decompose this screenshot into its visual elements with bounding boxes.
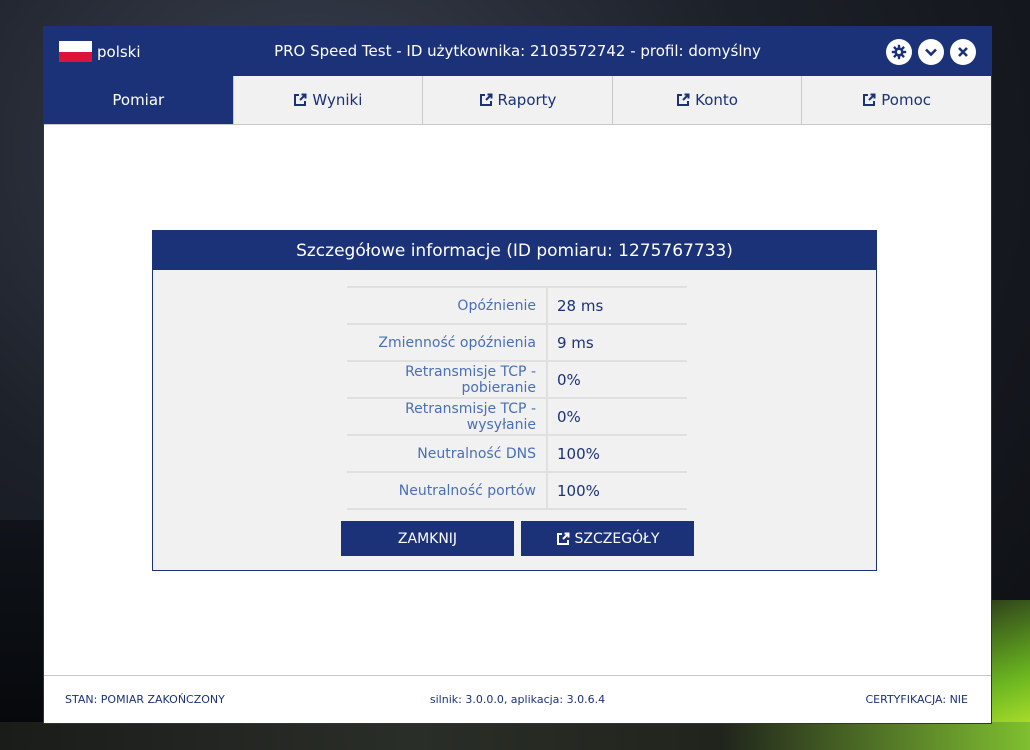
window-title: PRO Speed Test - ID użytkownika: 2103572…	[274, 42, 761, 60]
external-link-icon	[293, 93, 307, 107]
tab-wyniki[interactable]: Wyniki	[233, 76, 424, 124]
tab-konto[interactable]: Konto	[612, 76, 803, 124]
row-label: Opóźnienie	[347, 286, 548, 325]
title-bar[interactable]: polski PRO Speed Test - ID użytkownika: …	[44, 27, 991, 76]
status-version: silnik: 3.0.0.0, aplikacja: 3.0.6.4	[429, 693, 606, 706]
background-ground	[0, 722, 1030, 750]
tab-label: Raporty	[497, 91, 557, 109]
tab-label: Wyniki	[312, 91, 363, 109]
chevron-down-icon	[925, 48, 937, 57]
minimize-button[interactable]	[918, 39, 944, 65]
row-label: Zmienność opóźnienia	[347, 324, 548, 362]
row-label: Retransmisje TCP - wysyłanie	[347, 398, 548, 436]
table-row: Retransmisje TCP - pobieranie 0%	[347, 361, 687, 399]
tab-label: Pomiar	[112, 91, 165, 109]
row-value: 100%	[547, 435, 687, 473]
table-row: Retransmisje TCP - wysyłanie 0%	[347, 398, 687, 436]
details-panel: Szczegółowe informacje (ID pomiaru: 1275…	[152, 230, 877, 571]
table-row: Neutralność DNS 100%	[347, 435, 687, 473]
external-link-icon	[479, 93, 493, 107]
panel-title: Szczegółowe informacje (ID pomiaru: 1275…	[153, 231, 876, 270]
tab-pomoc[interactable]: Pomoc	[802, 76, 991, 124]
row-value: 0%	[547, 361, 687, 399]
row-value: 28 ms	[547, 286, 687, 325]
tab-label: Pomoc	[881, 91, 932, 109]
settings-button[interactable]	[886, 39, 912, 65]
external-link-icon	[556, 532, 570, 546]
tab-pomiar[interactable]: Pomiar	[44, 76, 234, 124]
details-table: Opóźnienie 28 ms Zmienność opóźnienia 9 …	[347, 286, 687, 510]
gear-icon	[891, 44, 907, 60]
row-value: 9 ms	[547, 324, 687, 362]
row-label: Retransmisje TCP - pobieranie	[347, 361, 548, 399]
row-label: Neutralność portów	[347, 472, 548, 510]
app-window: polski PRO Speed Test - ID użytkownika: …	[43, 26, 992, 724]
details-button[interactable]: SZCZEGÓŁY	[521, 521, 694, 556]
table-row: Opóźnienie 28 ms	[347, 286, 687, 325]
close-button-label: ZAMKNIJ	[397, 530, 458, 547]
tab-bar: Pomiar Wyniki Raporty Konto Pomoc	[44, 76, 991, 125]
close-icon	[958, 47, 968, 57]
details-button-label: SZCZEGÓŁY	[574, 530, 660, 547]
table-row: Neutralność portów 100%	[347, 472, 687, 510]
close-window-button[interactable]	[950, 39, 976, 65]
row-value: 0%	[547, 398, 687, 436]
table-row: Zmienność opóźnienia 9 ms	[347, 324, 687, 362]
tab-raporty[interactable]: Raporty	[423, 76, 613, 124]
external-link-icon	[862, 93, 876, 107]
external-link-icon	[676, 93, 690, 107]
status-bar: STAN: POMIAR ZAKOŃCZONY silnik: 3.0.0.0,…	[44, 675, 991, 723]
close-button[interactable]: ZAMKNIJ	[341, 521, 514, 556]
row-value: 100%	[547, 472, 687, 510]
tab-label: Konto	[695, 91, 738, 109]
status-certification: CERTYFIKACJA: NIE	[865, 693, 968, 706]
row-label: Neutralność DNS	[347, 435, 548, 473]
